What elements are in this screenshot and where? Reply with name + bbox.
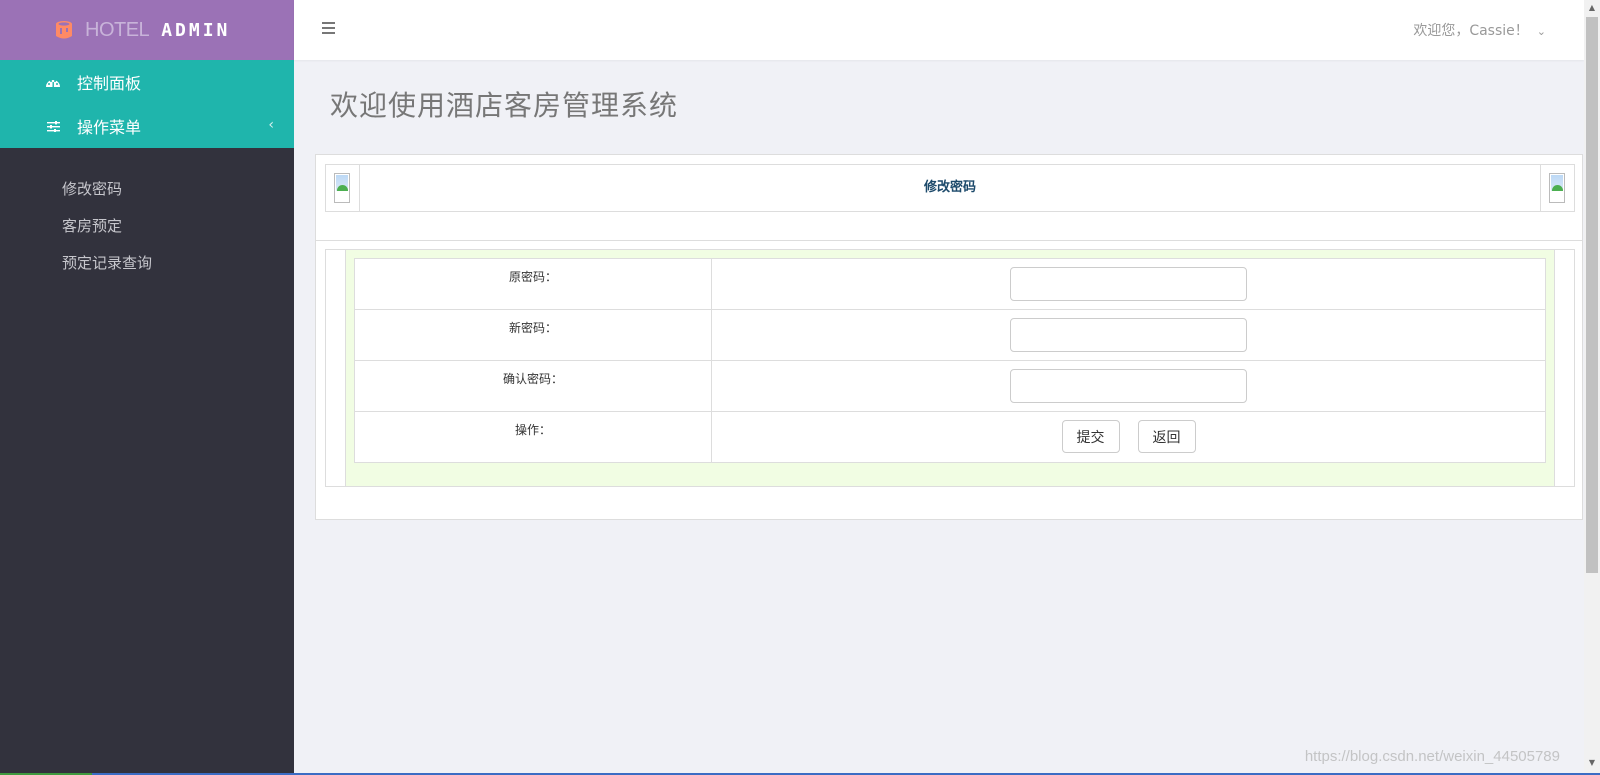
sidebar: HOTEL ADMIN 控制面板 操作菜单 ‹ 修改密码 客房预定 预定记录查询 (0, 0, 294, 775)
nav-item-operations[interactable]: 操作菜单 ‹ (0, 104, 294, 148)
scrollbar-thumb[interactable] (1586, 17, 1598, 573)
confirm-password-label: 确认密码： (354, 360, 712, 412)
submit-button[interactable]: 提交 (1061, 420, 1120, 453)
nav-item-label: 控制面板 (77, 74, 142, 93)
form-row-old-password: 原密码： (354, 258, 1546, 310)
new-password-label: 新密码： (354, 309, 712, 361)
header-right-cell (1540, 165, 1574, 211)
form-row-actions: 操作： 提交 返回 (354, 411, 1546, 463)
sub-item-room-booking[interactable]: 客房预定 (0, 207, 294, 244)
form-container: 原密码： 新密码： 确认密码： 操作： 提交 返回 (325, 249, 1575, 487)
vertical-scrollbar[interactable]: ▲ ▼ (1584, 0, 1600, 775)
action-cell: 提交 返回 (711, 411, 1546, 463)
confirm-password-cell (711, 360, 1546, 412)
action-label: 操作： (354, 411, 712, 463)
sub-item-booking-records[interactable]: 预定记录查询 (0, 244, 294, 281)
user-menu[interactable]: 欢迎您，Cassie！ ⌄ (1413, 20, 1546, 40)
scroll-down-icon[interactable]: ▼ (1584, 755, 1600, 771)
form-gutter-right (1554, 250, 1574, 486)
new-password-cell (711, 309, 1546, 361)
form-row-confirm-password: 确认密码： (354, 360, 1546, 412)
back-button[interactable]: 返回 (1137, 420, 1196, 453)
header-left-cell (326, 165, 360, 211)
old-password-input[interactable] (1010, 267, 1247, 301)
divider (316, 240, 1582, 241)
header-title-cell: 修改密码 (360, 165, 1540, 211)
sub-item-change-password[interactable]: 修改密码 (0, 170, 294, 207)
main-nav: 控制面板 操作菜单 ‹ (0, 60, 294, 148)
form-area: 原密码： 新密码： 确认密码： 操作： 提交 返回 (346, 250, 1554, 486)
user-greeting: 欢迎您，Cassie！ (1413, 23, 1529, 39)
nav-item-label: 操作菜单 (77, 118, 142, 137)
scroll-up-icon[interactable]: ▲ (1584, 0, 1600, 16)
brand-admin: ADMIN (161, 19, 231, 41)
chevron-down-icon: ⌄ (1536, 25, 1546, 38)
old-password-label: 原密码： (354, 258, 712, 310)
dashboard-icon (45, 75, 61, 89)
broken-image-icon (334, 173, 350, 203)
hamburger-icon[interactable] (322, 22, 335, 34)
form-gutter-left (326, 250, 346, 486)
broken-image-icon (1549, 173, 1565, 203)
page-title: 欢迎使用酒店客房管理系统 (330, 89, 679, 122)
password-form: 原密码： 新密码： 确认密码： 操作： 提交 返回 (354, 258, 1546, 463)
panel-title: 修改密码 (923, 180, 976, 195)
panel-header: 修改密码 (325, 164, 1575, 212)
paint-bucket-icon (56, 21, 72, 39)
sliders-icon (45, 119, 61, 133)
sub-menu: 修改密码 客房预定 预定记录查询 (0, 148, 294, 281)
new-password-input[interactable] (1010, 318, 1247, 352)
brand-logo[interactable]: HOTEL ADMIN (0, 0, 294, 60)
old-password-cell (711, 258, 1546, 310)
change-password-panel: 修改密码 原密码： 新密码： 确认密码： 操作： 提交 返回 (315, 154, 1583, 520)
form-row-new-password: 新密码： (354, 309, 1546, 361)
brand-hotel: HOTEL (85, 18, 150, 41)
watermark: https://blog.csdn.net/weixin_44505789 (1304, 748, 1560, 765)
nav-item-dashboard[interactable]: 控制面板 (0, 60, 294, 104)
chevron-left-icon[interactable]: ‹ (268, 117, 274, 133)
topbar: 欢迎您，Cassie！ ⌄ (294, 0, 1584, 60)
confirm-password-input[interactable] (1010, 369, 1247, 403)
